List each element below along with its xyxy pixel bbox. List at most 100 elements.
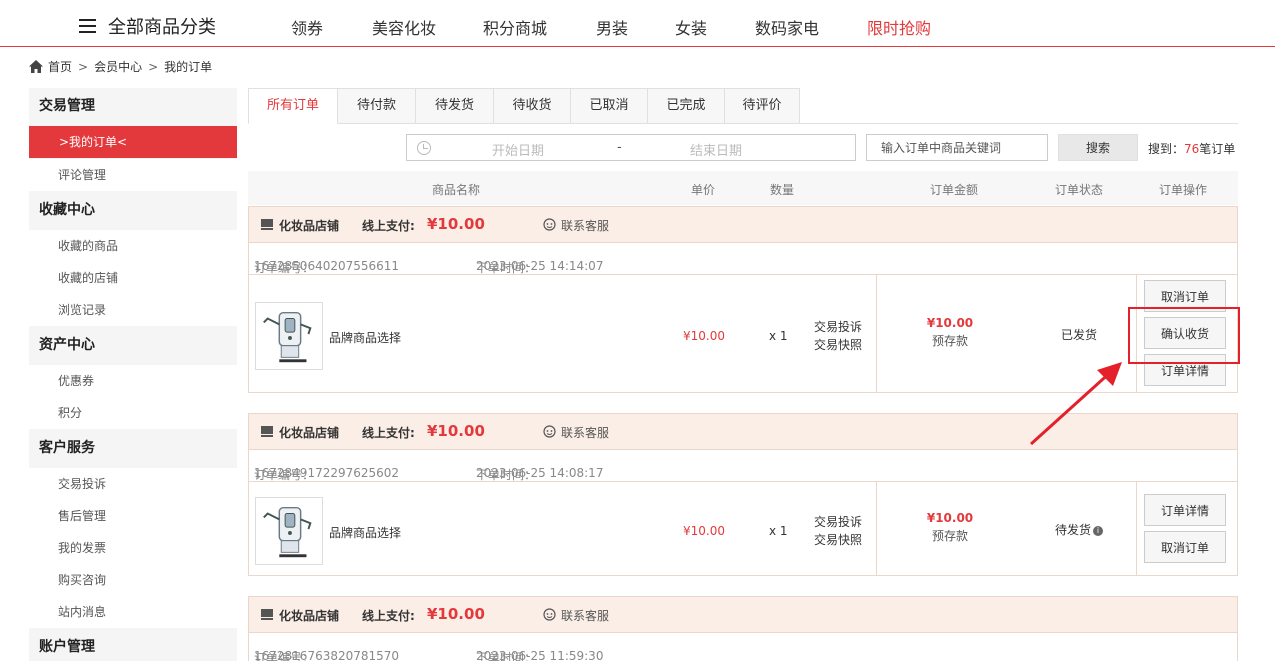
order-status-text: 待发货 — [1054, 523, 1091, 537]
sidebar-item-my-orders[interactable]: >我的订单< — [29, 126, 237, 158]
order-time-value: 2023-06-25 11:59:30 — [476, 649, 604, 661]
sidebar-item-invoices[interactable]: 我的发票 — [29, 532, 237, 564]
sidebar-item-fav-goods[interactable]: 收藏的商品 — [29, 230, 237, 262]
order-status: 已发货 — [1060, 328, 1097, 342]
customer-service-icon — [543, 218, 556, 231]
col-unit-price: 单价 — [691, 183, 716, 197]
contact-service-link[interactable]: 联系客服 — [561, 217, 609, 234]
customer-service-icon — [543, 608, 556, 621]
tab-cancelled[interactable]: 已取消 — [571, 88, 648, 124]
paid-amount: ¥10.00 — [427, 605, 485, 623]
info-icon[interactable]: i — [1093, 526, 1103, 536]
store-icon — [261, 219, 273, 230]
payment-type: 预存款 — [931, 529, 968, 543]
cancel-order-button[interactable]: 取消订单 — [1144, 531, 1226, 563]
order-tabs: 所有订单 待付款 待发货 待收货 已取消 已完成 待评价 — [248, 88, 1238, 124]
order-meta: 订单编号： 1672849172297625602 下单时间： 2023-06-25… — [249, 450, 1237, 482]
product-name[interactable]: 品牌商品选择 — [329, 329, 401, 346]
sidebar-item-complaints[interactable]: 交易投诉 — [29, 468, 237, 500]
nav-link-digital[interactable]: 数码家电 — [755, 15, 819, 39]
customer-service-icon — [543, 425, 556, 438]
col-quantity: 数量 — [770, 183, 795, 197]
store-icon — [261, 426, 273, 437]
breadcrumb-home[interactable]: 首页 — [48, 58, 72, 75]
breadcrumb-separator: > — [148, 59, 159, 74]
search-result-count: 搜到：76笔订单 — [1148, 140, 1235, 157]
col-product-name: 商品名称 — [432, 183, 481, 197]
sidebar-item-inquiries[interactable]: 购买咨询 — [29, 564, 237, 596]
tab-pending-receipt[interactable]: 待收货 — [494, 88, 571, 124]
tab-pending-payment[interactable]: 待付款 — [338, 88, 416, 124]
tab-pending-review[interactable]: 待评价 — [725, 88, 800, 124]
nav-link-points-mall[interactable]: 积分商城 — [483, 15, 547, 39]
result-number: 76 — [1184, 142, 1200, 156]
contact-service-link[interactable]: 联系客服 — [561, 424, 609, 441]
home-icon — [29, 60, 43, 73]
pay-method-label: 线上支付: — [362, 426, 415, 440]
trade-snapshot-link[interactable]: 交易快照 — [814, 531, 862, 549]
date-range-picker[interactable]: 开始日期 - 结束日期 — [406, 134, 856, 161]
order-shop-header: 化妆品店铺 线上支付: ¥10.00 联系客服 — [249, 597, 1237, 633]
product-name[interactable]: 品牌商品选择 — [329, 524, 401, 541]
unit-price: ¥10.00 — [683, 329, 725, 343]
divider — [1136, 482, 1137, 575]
sidebar-item-fav-shops[interactable]: 收藏的店铺 — [29, 262, 237, 294]
trade-complaint-link[interactable]: 交易投诉 — [814, 318, 862, 336]
sidebar-item-messages[interactable]: 站内消息 — [29, 596, 237, 628]
breadcrumb-member-center[interactable]: 会员中心 — [94, 58, 142, 75]
breadcrumb-separator: > — [78, 59, 89, 74]
shop-name[interactable]: 化妆品店铺 — [279, 607, 339, 624]
tab-all-orders[interactable]: 所有订单 — [248, 88, 338, 124]
nav-link-menswear[interactable]: 男装 — [596, 15, 628, 39]
nav-link-womenswear[interactable]: 女装 — [675, 15, 707, 39]
nav-link-beauty[interactable]: 美容化妆 — [372, 15, 436, 39]
contact-service-link[interactable]: 联系客服 — [561, 607, 609, 624]
shop-name[interactable]: 化妆品店铺 — [279, 217, 339, 234]
tab-completed[interactable]: 已完成 — [648, 88, 725, 124]
hamburger-icon — [79, 19, 96, 33]
order-status: 待发货 i — [1024, 521, 1134, 538]
date-separator: - — [617, 140, 622, 155]
product-thumbnail[interactable] — [255, 497, 323, 565]
sidebar-item-after-sales[interactable]: 售后管理 — [29, 500, 237, 532]
nav-link-flash-sale[interactable]: 限时抢购 — [867, 15, 931, 39]
payment-type: 预存款 — [931, 334, 968, 348]
breadcrumb-my-orders: 我的订单 — [164, 60, 213, 74]
col-order-status: 订单状态 — [1055, 183, 1104, 197]
all-categories-label: 全部商品分类 — [108, 17, 216, 38]
order-time-value: 2023-06-25 14:14:07 — [476, 259, 604, 273]
breadcrumb: 首页 > 会员中心 > 我的订单 — [29, 58, 212, 75]
order-amount-value: ¥10.00 — [926, 511, 974, 525]
trade-snapshot-link[interactable]: 交易快照 — [814, 336, 862, 354]
sidebar-item-coupons[interactable]: 优惠券 — [29, 365, 237, 397]
result-prefix: 搜到： — [1148, 142, 1185, 156]
tab-pending-shipment[interactable]: 待发货 — [416, 88, 494, 124]
sidebar-item-reviews[interactable]: 评论管理 — [29, 159, 237, 191]
search-button[interactable]: 搜索 — [1058, 134, 1138, 161]
order-details-button[interactable]: 订单详情 — [1144, 494, 1226, 526]
end-date-field[interactable]: 结束日期 — [690, 140, 742, 159]
order-number-value: 1672816763820781570 — [254, 649, 400, 661]
highlight-box — [1128, 307, 1240, 364]
all-categories-menu[interactable]: 全部商品分类 — [79, 13, 216, 39]
service-links: 交易投诉 交易快照 — [814, 318, 862, 354]
start-date-field[interactable]: 开始日期 — [492, 140, 544, 159]
trade-complaint-link[interactable]: 交易投诉 — [814, 513, 862, 531]
pay-method-label: 线上支付: — [362, 219, 415, 233]
order-meta: 订单编号： 1672816763820781570 下单时间： 2023-06-25… — [249, 633, 1237, 661]
shop-name[interactable]: 化妆品店铺 — [279, 424, 339, 441]
sidebar-group-service: 客户服务 — [29, 430, 237, 466]
nav-link-coupons[interactable]: 领券 — [291, 15, 323, 39]
col-order-amount: 订单金额 — [930, 183, 979, 197]
sidebar-group-trade: 交易管理 — [29, 88, 237, 124]
sidebar-item-points[interactable]: 积分 — [29, 397, 237, 429]
order-amount: ¥10.00 预存款 — [877, 511, 1023, 544]
store-icon — [261, 609, 273, 620]
order-card: 化妆品店铺 线上支付: ¥10.00 联系客服 订单编号： 16728167638… — [248, 596, 1238, 661]
sidebar-item-history[interactable]: 浏览记录 — [29, 294, 237, 326]
sidebar-group-favorites: 收藏中心 — [29, 192, 237, 228]
keyword-search-input[interactable] — [866, 134, 1048, 161]
quantity: x 1 — [769, 329, 788, 343]
product-thumbnail[interactable] — [255, 302, 323, 370]
pay-method-label: 线上支付: — [362, 609, 415, 623]
